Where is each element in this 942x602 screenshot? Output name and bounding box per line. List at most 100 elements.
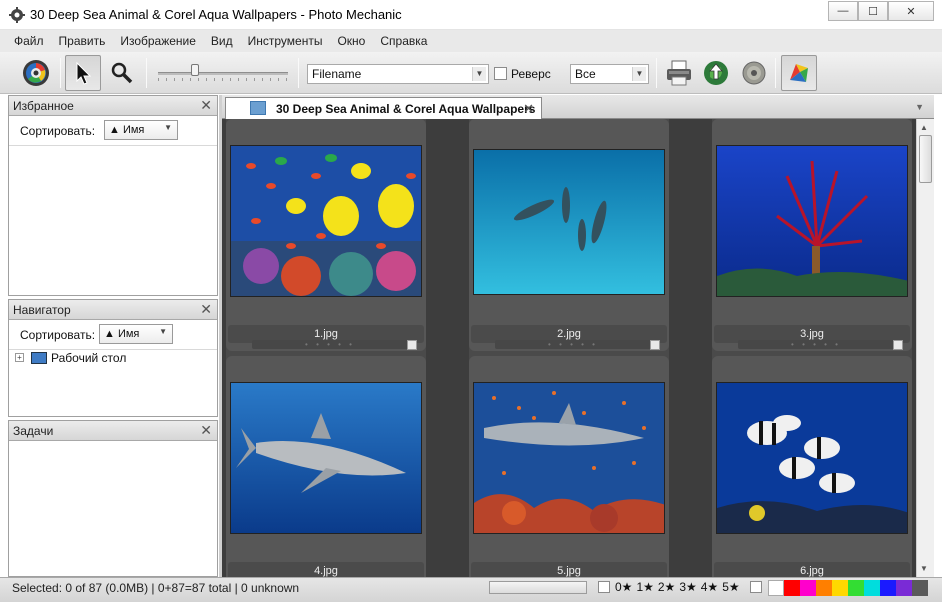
- chevron-down-icon: ▼: [632, 67, 646, 81]
- settings-icon: [23, 60, 49, 86]
- rating-bar[interactable]: • • • • •: [738, 340, 894, 349]
- tab-label: 30 Deep Sea Animal & Corel Aqua Wallpape…: [276, 102, 536, 116]
- folder-icon: [250, 101, 266, 115]
- thumbnail-filename: 6.jpg: [714, 562, 910, 577]
- star-filter-checkbox[interactable]: [598, 581, 610, 593]
- menu-image[interactable]: Изображение: [120, 34, 196, 48]
- navigator-sort-dropdown[interactable]: ▲ Имя ▼: [99, 324, 173, 344]
- favorites-panel-header: Избранное ✕: [9, 96, 217, 116]
- print-button[interactable]: [661, 55, 697, 91]
- navigator-title: Навигатор: [13, 303, 71, 317]
- tag-checkbox[interactable]: [893, 340, 903, 350]
- color-swatch[interactable]: [800, 580, 816, 596]
- star-filter-2[interactable]: 2★: [658, 580, 675, 594]
- chevron-down-icon: ▼: [159, 327, 167, 336]
- contact-sheet: 1.jpg • • • • • 2.jpg • • • • • 3.jpg • …: [222, 119, 916, 577]
- settings-button[interactable]: [18, 55, 54, 91]
- maximize-button[interactable]: ☐: [858, 1, 888, 21]
- favorites-sort-value: Имя: [122, 124, 145, 136]
- thumbnail-filename: 5.jpg: [471, 562, 667, 577]
- tree-expand-icon[interactable]: +: [15, 353, 24, 362]
- star-filter: 0★ 1★ 2★ 3★ 4★ 5★: [598, 580, 762, 594]
- rating-bar[interactable]: • • • • •: [252, 340, 408, 349]
- thumbnail-image[interactable]: [716, 145, 908, 297]
- thumbnail-image[interactable]: [716, 382, 908, 534]
- color-swatch[interactable]: [880, 580, 896, 596]
- tab-strip: 30 Deep Sea Animal & Corel Aqua Wallpape…: [222, 95, 934, 119]
- menu-help[interactable]: Справка: [380, 34, 427, 48]
- scroll-up-icon[interactable]: ▲: [920, 123, 928, 132]
- close-icon[interactable]: ✕: [200, 422, 212, 439]
- zoom-tool-button[interactable]: [104, 55, 140, 91]
- pointer-tool-button[interactable]: [65, 55, 101, 91]
- tag-checkbox[interactable]: [650, 340, 660, 350]
- sort-ascending-icon: ▲: [109, 124, 120, 136]
- color-swatch[interactable]: [912, 580, 928, 596]
- menu-file[interactable]: Файл: [14, 34, 44, 48]
- sort-field-select[interactable]: Filename ▼: [307, 64, 489, 84]
- tag-checkbox[interactable]: [407, 340, 417, 350]
- color-swatch[interactable]: [832, 580, 848, 596]
- scrollbar-thumb[interactable]: [919, 135, 932, 183]
- close-icon[interactable]: ✕: [200, 97, 212, 114]
- minimize-button[interactable]: —: [828, 1, 858, 21]
- navigator-tree: + Рабочий стол: [9, 350, 217, 370]
- menu-edit[interactable]: Править: [59, 34, 106, 48]
- star-filter-0[interactable]: 0★: [615, 580, 632, 594]
- thumbnail-image[interactable]: [230, 382, 422, 534]
- close-icon[interactable]: ✕: [523, 101, 534, 117]
- close-icon[interactable]: ✕: [200, 301, 212, 318]
- tasks-title: Задачи: [13, 424, 54, 438]
- tree-item-desktop[interactable]: Рабочий стол: [51, 351, 126, 365]
- star-filter-5[interactable]: 5★: [722, 580, 739, 594]
- thumbnail-cell[interactable]: 2.jpg • • • • •: [469, 119, 669, 351]
- color-filter-checkbox[interactable]: [749, 581, 762, 593]
- color-swatch[interactable]: [896, 580, 912, 596]
- tab-menu-icon[interactable]: ▼: [915, 102, 924, 112]
- color-class-button[interactable]: [781, 55, 817, 91]
- navigator-sort-row: Сортировать: ▲ Имя ▼: [9, 320, 217, 350]
- star-filter-4[interactable]: 4★: [701, 580, 718, 594]
- thumbnail-image[interactable]: [230, 145, 422, 297]
- tasks-panel: Задачи ✕: [8, 420, 218, 577]
- rating-bar[interactable]: • • • • •: [495, 340, 651, 349]
- upload-button[interactable]: [698, 55, 734, 91]
- tab-contact-sheet[interactable]: 30 Deep Sea Animal & Corel Aqua Wallpape…: [225, 97, 542, 119]
- favorites-sort-dropdown[interactable]: ▲ Имя ▼: [104, 120, 178, 140]
- star-filter-1[interactable]: 1★: [636, 580, 653, 594]
- thumbnail-cell[interactable]: 5.jpg: [469, 356, 669, 577]
- color-swatch[interactable]: [784, 580, 800, 596]
- color-class-filter: [768, 580, 928, 596]
- reverse-checkbox[interactable]: [494, 67, 507, 80]
- favorites-title: Избранное: [13, 99, 74, 113]
- color-swatch[interactable]: [848, 580, 864, 596]
- thumbnail-cell[interactable]: 3.jpg • • • • •: [712, 119, 912, 351]
- vertical-scrollbar[interactable]: ▲ ▼: [916, 119, 934, 577]
- color-swatch[interactable]: [768, 580, 784, 596]
- menu-window[interactable]: Окно: [337, 34, 365, 48]
- menu-view[interactable]: Вид: [211, 34, 233, 48]
- zoom-slider-thumb[interactable]: [191, 64, 199, 76]
- color-swatch[interactable]: [816, 580, 832, 596]
- color-swatch[interactable]: [864, 580, 880, 596]
- thumbnail-cell[interactable]: 4.jpg: [226, 356, 426, 577]
- thumbnail-image[interactable]: [473, 149, 665, 295]
- zoom-slider-ticks: [158, 78, 288, 81]
- print-icon: [667, 60, 691, 86]
- zoom-slider-track[interactable]: [158, 72, 288, 75]
- thumbnail-cell[interactable]: 1.jpg • • • • •: [226, 119, 426, 351]
- menu-tools[interactable]: Инструменты: [248, 34, 323, 48]
- close-button[interactable]: ✕: [888, 1, 934, 21]
- filter-select[interactable]: Все ▼: [570, 64, 649, 84]
- thumbnail-image[interactable]: [473, 382, 665, 534]
- menu-bar: Файл Править Изображение Вид Инструменты…: [0, 30, 942, 52]
- star-filter-3[interactable]: 3★: [679, 580, 696, 594]
- sort-field-value: Filename: [312, 67, 362, 81]
- app-gear-icon: [9, 7, 25, 23]
- reverse-label: Реверс: [511, 67, 551, 81]
- favorites-sort-label: Сортировать:: [20, 124, 96, 138]
- toolbar: Filename ▼ Реверс Все ▼: [0, 52, 942, 94]
- burn-disc-button[interactable]: [736, 55, 772, 91]
- scroll-down-icon[interactable]: ▼: [920, 564, 928, 573]
- thumbnail-cell[interactable]: 6.jpg: [712, 356, 912, 577]
